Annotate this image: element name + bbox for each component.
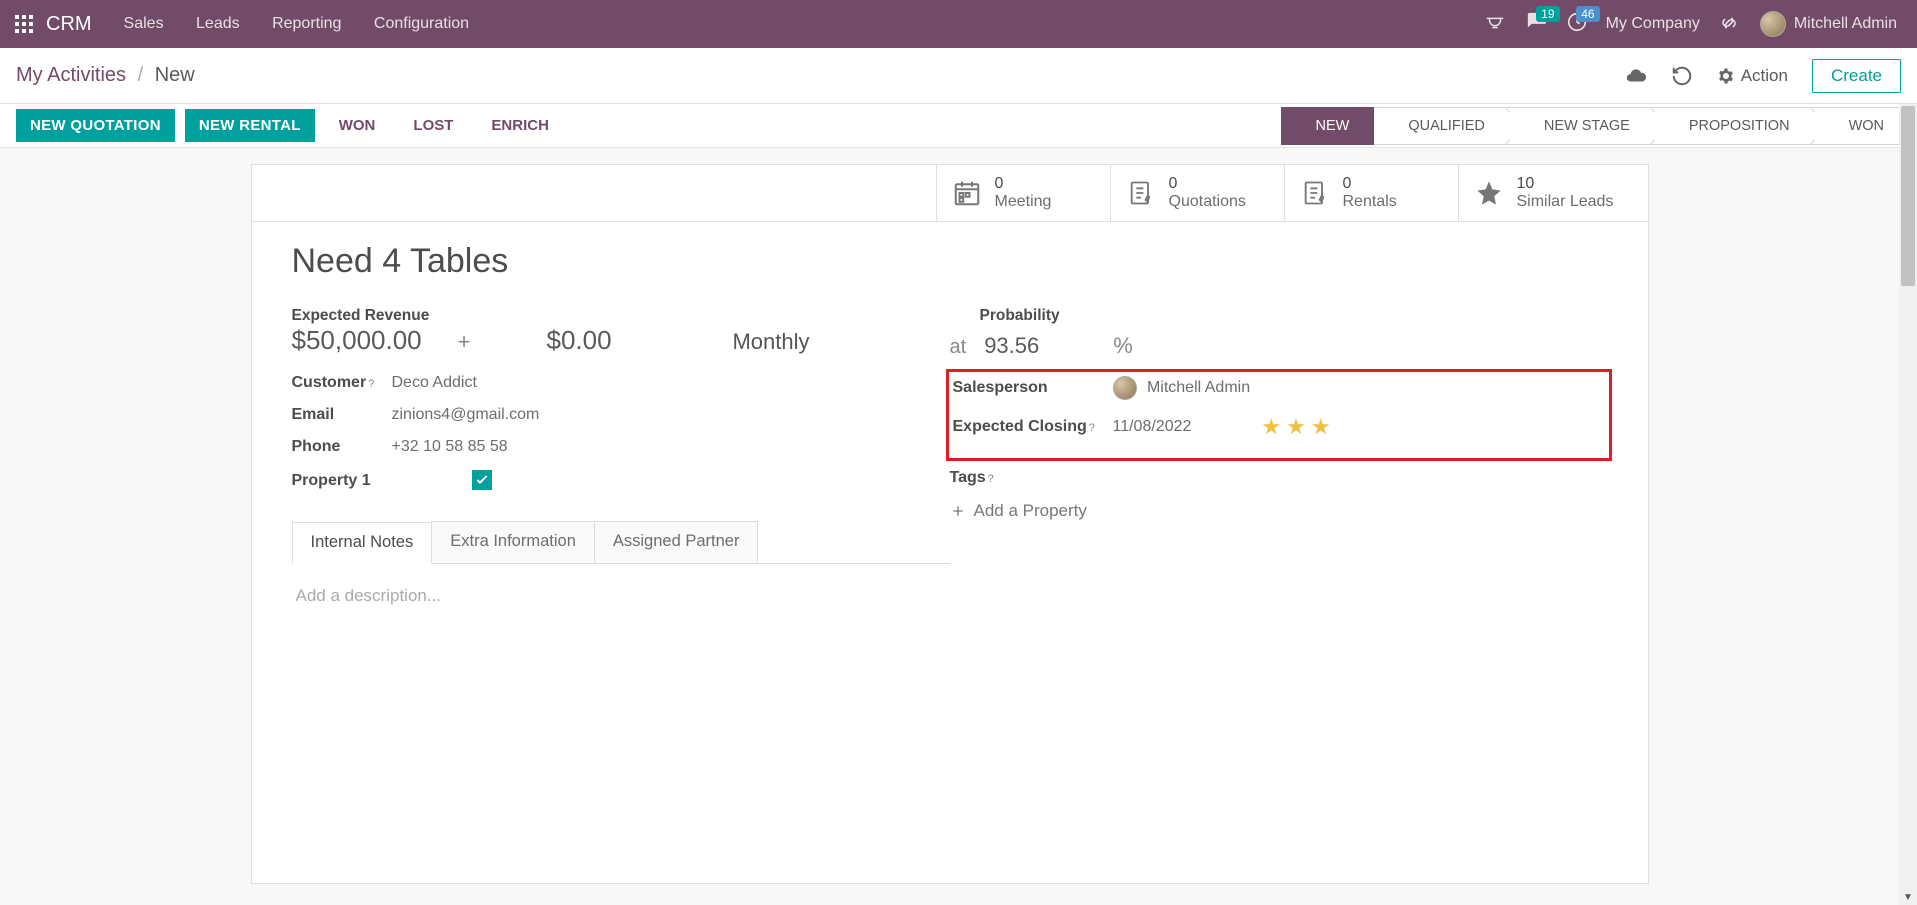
recurring-period[interactable]: Monthly [732, 329, 949, 355]
expected-revenue-label: Expected Revenue [292, 307, 950, 325]
stage-qualified[interactable]: QUALIFIED [1374, 107, 1510, 145]
calendar-icon [951, 177, 983, 209]
menu-reporting[interactable]: Reporting [258, 15, 355, 32]
menu-sales[interactable]: Sales [110, 15, 178, 32]
stat-similar-leads[interactable]: 10Similar Leads [1458, 165, 1648, 221]
breadcrumb-parent[interactable]: My Activities [16, 64, 126, 86]
phone-field[interactable]: +32 10 58 85 58 [392, 438, 508, 456]
control-row: My Activities / New Action Create [0, 48, 1917, 104]
tab-extra-info[interactable]: Extra Information [431, 521, 595, 563]
record-card: 0Meeting 0Quotations 0Rentals 10Similar … [251, 164, 1649, 884]
topbar: CRM Sales Leads Reporting Configuration … [0, 0, 1917, 48]
activities-icon[interactable]: 46 [1566, 11, 1588, 38]
add-property-button[interactable]: Add a Property [950, 501, 1608, 521]
star-filled-icon: ★ [1311, 414, 1331, 440]
breadcrumb-current: New [155, 64, 195, 86]
star-icon [1473, 177, 1505, 209]
highlight-box: Salesperson Mitchell Admin Expected Clos… [946, 369, 1612, 461]
user-menu[interactable]: Mitchell Admin [1760, 11, 1897, 37]
new-quotation-button[interactable]: NEW QUOTATION [16, 109, 175, 142]
brand[interactable]: CRM [40, 13, 110, 36]
user-avatar-icon [1760, 11, 1786, 37]
customer-field[interactable]: Deco Addict [392, 374, 477, 392]
salesperson-avatar-icon [1113, 376, 1137, 400]
stat-rentals[interactable]: 0Rentals [1284, 165, 1458, 221]
plus-icon: + [458, 329, 471, 355]
quotation-icon [1125, 177, 1157, 209]
debug-icon[interactable] [1718, 12, 1742, 36]
stat-quotations[interactable]: 0Quotations [1110, 165, 1284, 221]
menu-leads[interactable]: Leads [182, 15, 254, 32]
new-rental-button[interactable]: NEW RENTAL [185, 109, 315, 142]
create-button[interactable]: Create [1812, 59, 1901, 93]
probability-value[interactable]: 93.56 [984, 333, 1039, 359]
rental-icon [1299, 177, 1331, 209]
star-filled-icon: ★ [1261, 414, 1281, 440]
salesperson-field[interactable]: Mitchell Admin [1113, 376, 1251, 400]
stage-won[interactable]: WON [1815, 107, 1905, 145]
tab-assigned-partner[interactable]: Assigned Partner [594, 521, 759, 563]
stat-meeting[interactable]: 0Meeting [936, 165, 1110, 221]
priority-stars[interactable]: ★ ★ ★ [1261, 414, 1330, 440]
stage-new[interactable]: NEW [1281, 107, 1375, 145]
apps-icon[interactable] [8, 8, 40, 40]
top-menu: Sales Leads Reporting Configuration [110, 15, 484, 33]
won-button[interactable]: WON [325, 109, 390, 142]
user-name: Mitchell Admin [1794, 15, 1897, 33]
stage-row: NEW QUOTATION NEW RENTAL WON LOST ENRICH… [0, 104, 1917, 148]
tray-icon[interactable] [1484, 12, 1508, 36]
stage-new-stage[interactable]: NEW STAGE [1510, 107, 1655, 145]
undo-icon[interactable] [1671, 65, 1693, 87]
property1-checkbox[interactable] [472, 470, 492, 490]
menu-configuration[interactable]: Configuration [360, 15, 483, 32]
recurring-revenue[interactable]: $0.00 [547, 325, 612, 356]
scrollbar[interactable]: ▼ [1899, 104, 1917, 905]
tab-internal-notes[interactable]: Internal Notes [292, 522, 433, 564]
activities-badge: 46 [1576, 6, 1599, 22]
messages-badge: 19 [1536, 6, 1559, 22]
messages-icon[interactable]: 19 [1526, 11, 1548, 38]
stage-bar: NEW QUALIFIED NEW STAGE PROPOSITION WON [1281, 107, 1905, 145]
enrich-button[interactable]: ENRICH [477, 109, 563, 142]
lost-button[interactable]: LOST [399, 109, 467, 142]
star-filled-icon: ★ [1286, 414, 1306, 440]
breadcrumb: My Activities / New [16, 64, 195, 87]
tabs: Internal Notes Extra Information Assigne… [292, 521, 950, 564]
expected-closing-field[interactable]: 11/08/2022 [1113, 418, 1192, 436]
email-field[interactable]: zinions4@gmail.com [392, 406, 540, 424]
stat-row: 0Meeting 0Quotations 0Rentals 10Similar … [252, 165, 1648, 222]
action-button[interactable]: Action [1717, 66, 1788, 86]
description-input[interactable]: Add a description... [292, 564, 950, 628]
record-title[interactable]: Need 4 Tables [292, 242, 1608, 281]
probability-label: Probability [980, 307, 1060, 324]
cloud-icon[interactable] [1625, 65, 1647, 87]
expected-revenue[interactable]: $50,000.00 [292, 325, 422, 356]
stage-proposition[interactable]: PROPOSITION [1655, 107, 1815, 145]
company-selector[interactable]: My Company [1606, 15, 1700, 33]
